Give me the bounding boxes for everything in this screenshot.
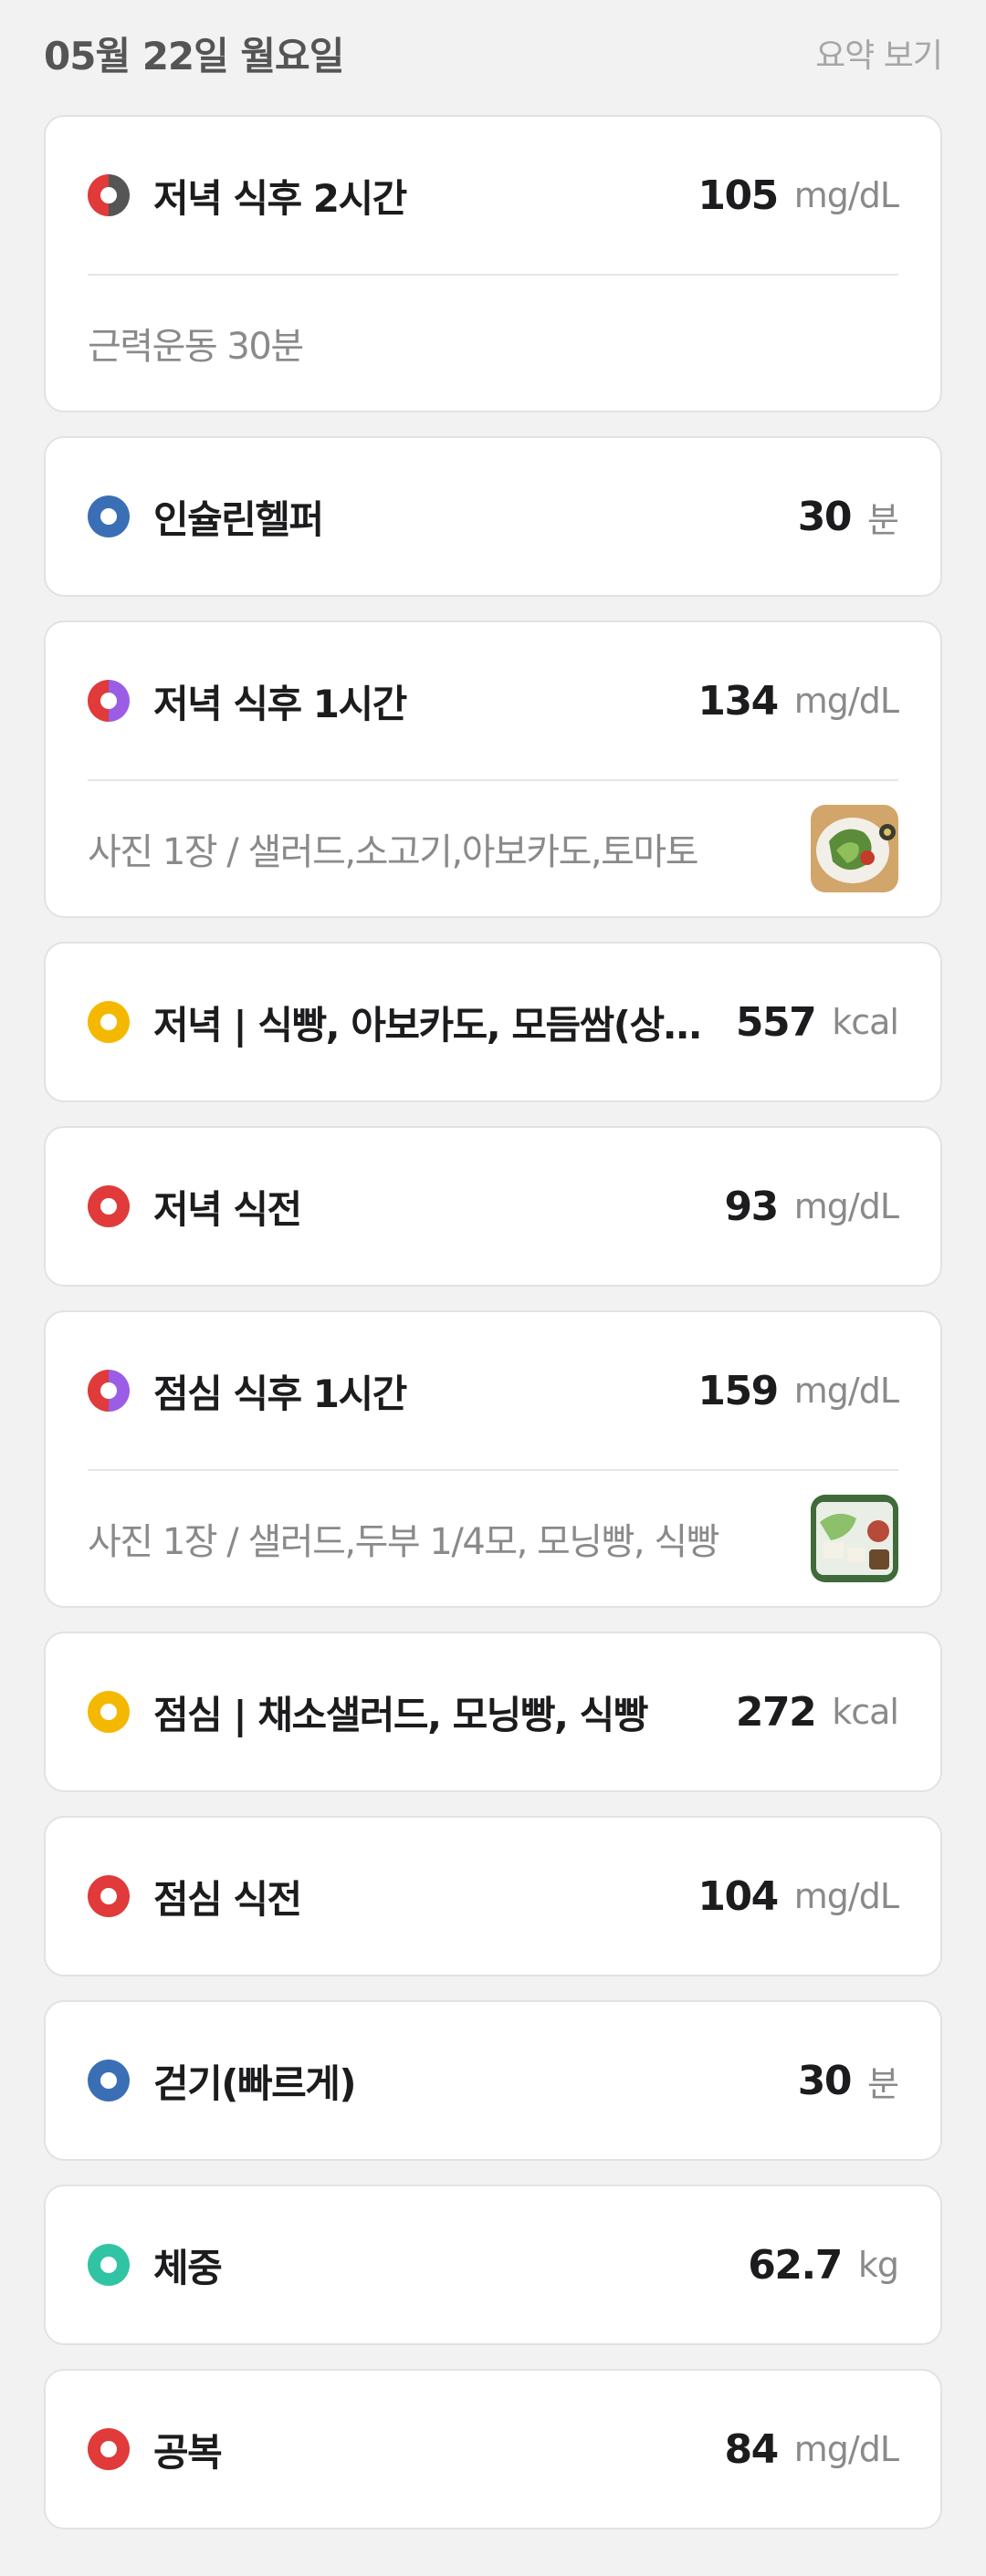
entry-value: 272 bbox=[735, 1688, 817, 1736]
entry-label: 점심 | 채소샐러드, 모닝빵, 식빵 bbox=[153, 1692, 648, 1737]
log-card[interactable]: 저녁 식후 1시간 134 mg/dL 사진 1장 / 샐러드,소고기,아보카도… bbox=[44, 621, 942, 918]
glucose-fasting-icon bbox=[88, 2428, 130, 2470]
log-list: 저녁 식후 2시간 105 mg/dL 근력운동 30분 인슐린헬퍼 30 분 … bbox=[44, 115, 942, 2553]
entry-label: 점심 식전 bbox=[153, 1876, 302, 1922]
entry-unit: 분 bbox=[867, 2063, 899, 2104]
meal-icon bbox=[88, 1001, 130, 1043]
entry-unit: 분 bbox=[867, 499, 899, 540]
exercise-icon bbox=[88, 2060, 130, 2101]
meal-photo-thumbnail[interactable] bbox=[811, 1495, 898, 1582]
glucose-after-meal-icon bbox=[88, 680, 130, 722]
meal-icon bbox=[88, 1691, 130, 1733]
entry-value: 62.7 bbox=[748, 2241, 843, 2289]
exercise-icon bbox=[88, 495, 130, 537]
entry-value: 105 bbox=[698, 172, 779, 219]
glucose-after-meal-icon bbox=[88, 174, 130, 216]
entry-unit: mg/dL bbox=[793, 1371, 899, 1411]
entry-unit: mg/dL bbox=[793, 2429, 899, 2469]
log-card[interactable]: 점심 식전 104 mg/dL bbox=[44, 1816, 942, 1976]
log-card[interactable]: 저녁 | 식빵, 아보카도, 모듬쌈(상추,깻잎) 557 kcal bbox=[44, 942, 942, 1102]
entry-note: 사진 1장 / 샐러드,두부 1/4모, 모닝빵, 식빵 bbox=[88, 1521, 719, 1563]
glucose-before-meal-icon bbox=[88, 1185, 130, 1227]
entry-value: 84 bbox=[724, 2425, 780, 2473]
entry-unit: kg bbox=[857, 2245, 899, 2285]
entry-label: 저녁 식전 bbox=[153, 1186, 302, 1232]
entry-value: 104 bbox=[698, 1872, 779, 1920]
entry-unit: mg/dL bbox=[793, 1186, 899, 1226]
entry-value: 159 bbox=[698, 1367, 779, 1414]
entry-value: 557 bbox=[735, 998, 817, 1046]
entry-unit: kcal bbox=[832, 1692, 899, 1732]
log-card[interactable]: 공복 84 mg/dL bbox=[44, 2369, 942, 2529]
entry-note: 근력운동 30분 bbox=[88, 326, 304, 368]
entry-value: 30 bbox=[797, 493, 853, 540]
entry-label: 저녁 | 식빵, 아보카도, 모듬쌈(상추,깻잎) bbox=[153, 1002, 718, 1048]
date-title: 05월 22일 월요일 bbox=[44, 33, 344, 78]
entry-label: 저녁 식후 2시간 bbox=[153, 175, 407, 221]
entry-note: 사진 1장 / 샐러드,소고기,아보카도,토마토 bbox=[88, 831, 699, 873]
summary-view-link[interactable]: 요약 보기 bbox=[815, 29, 943, 77]
log-card[interactable]: 저녁 식전 93 mg/dL bbox=[44, 1126, 942, 1287]
entry-value: 93 bbox=[724, 1183, 780, 1230]
log-card[interactable]: 인슐린헬퍼 30 분 bbox=[44, 436, 942, 597]
log-card[interactable]: 점심 식후 1시간 159 mg/dL 사진 1장 / 샐러드,두부 1/4모,… bbox=[44, 1310, 942, 1608]
entry-label: 공복 bbox=[153, 2429, 223, 2475]
log-card[interactable]: 저녁 식후 2시간 105 mg/dL 근력운동 30분 bbox=[44, 115, 942, 412]
entry-label: 인슐린헬퍼 bbox=[153, 496, 324, 542]
entry-unit: mg/dL bbox=[793, 1876, 899, 1916]
log-card[interactable]: 체중 62.7 kg bbox=[44, 2185, 942, 2345]
entry-unit: mg/dL bbox=[793, 681, 899, 721]
date-header: 05월 22일 월요일 요약 보기 bbox=[44, 18, 943, 88]
log-card[interactable]: 점심 | 채소샐러드, 모닝빵, 식빵 272 kcal bbox=[44, 1632, 942, 1792]
entry-unit: mg/dL bbox=[793, 175, 899, 215]
entry-label: 걷기(빠르게) bbox=[153, 2060, 357, 2106]
glucose-before-meal-icon bbox=[88, 1875, 130, 1917]
weight-icon bbox=[88, 2244, 130, 2286]
entry-label: 점심 식후 1시간 bbox=[153, 1371, 407, 1416]
entry-label: 체중 bbox=[153, 2245, 223, 2290]
entry-value: 30 bbox=[797, 2057, 853, 2104]
glucose-after-meal-icon bbox=[88, 1370, 130, 1412]
meal-photo-thumbnail[interactable] bbox=[811, 805, 898, 892]
log-card[interactable]: 걷기(빠르게) 30 분 bbox=[44, 2000, 942, 2161]
entry-value: 134 bbox=[698, 677, 779, 725]
entry-unit: kcal bbox=[832, 1002, 899, 1042]
entry-label: 저녁 식후 1시간 bbox=[153, 681, 407, 726]
